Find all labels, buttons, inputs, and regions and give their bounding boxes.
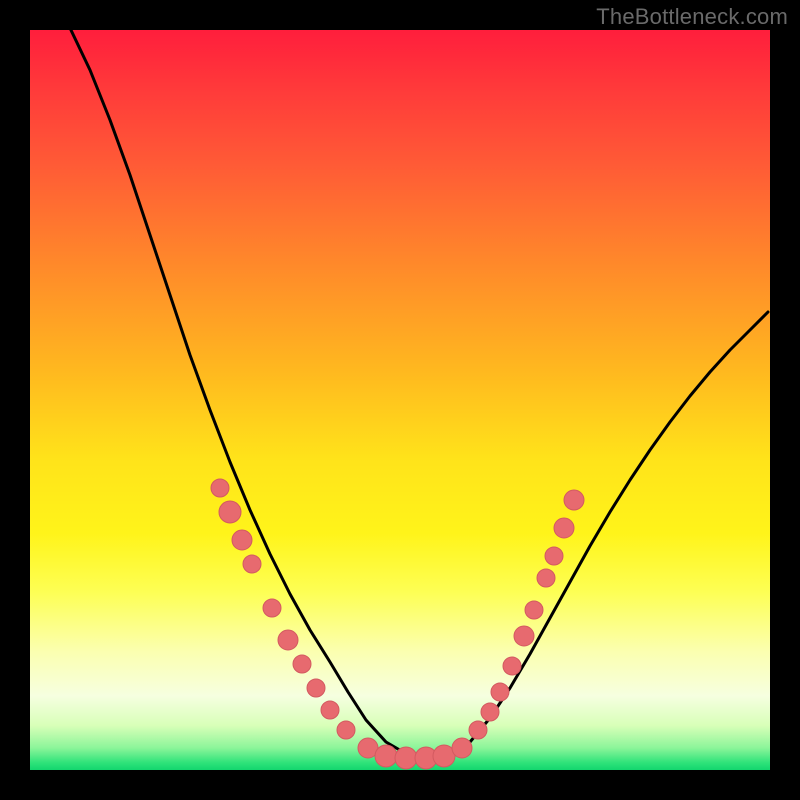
curve-marker [481,703,499,721]
curve-marker [293,655,311,673]
curve-marker [337,721,355,739]
curve-marker [537,569,555,587]
curve-marker [554,518,574,538]
curve-marker [307,679,325,697]
curve-marker [278,630,298,650]
curve-marker [395,747,417,769]
curve-marker [514,626,534,646]
curve-marker [469,721,487,739]
curve-marker [375,745,397,767]
chart-frame [30,30,770,770]
curve-marker [232,530,252,550]
chart-svg [30,30,770,770]
bottleneck-curve [70,30,768,758]
curve-marker [219,501,241,523]
curve-marker [263,599,281,617]
curve-marker [545,547,563,565]
watermark-text: TheBottleneck.com [596,4,788,30]
curve-marker [564,490,584,510]
curve-marker [525,601,543,619]
curve-markers [211,479,584,769]
curve-marker [503,657,521,675]
curve-marker [452,738,472,758]
curve-marker [491,683,509,701]
curve-marker [243,555,261,573]
curve-marker [321,701,339,719]
curve-marker [211,479,229,497]
